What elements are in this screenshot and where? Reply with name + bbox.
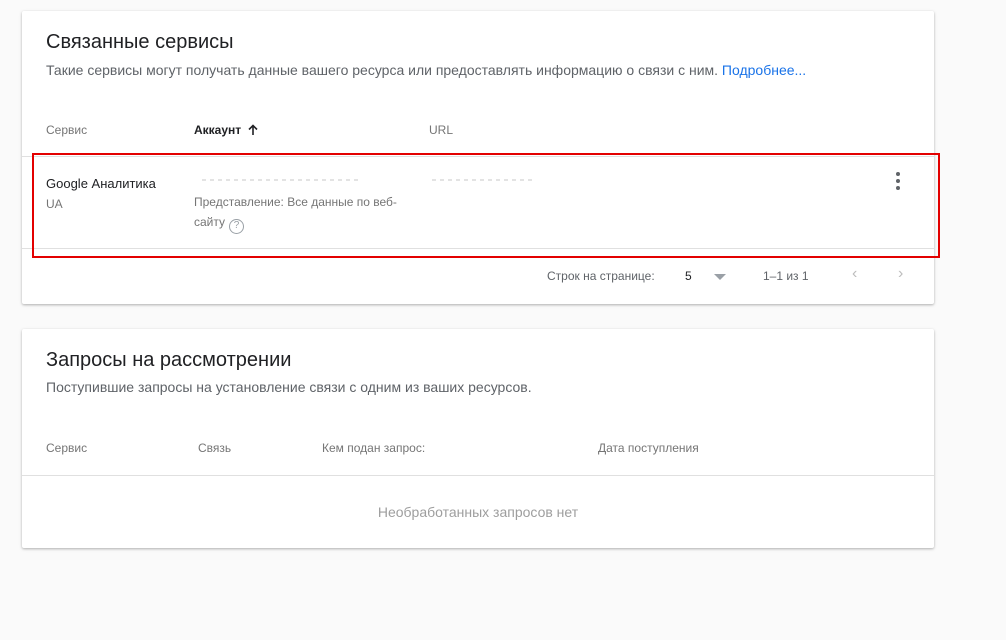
column-header-service[interactable]: Сервис [46, 123, 87, 137]
linked-services-description: Такие сервисы могут получать данные ваше… [46, 62, 719, 78]
more-vert-icon [896, 172, 900, 176]
account-view-label: Представление: Все данные по веб-сайту [194, 195, 397, 229]
linked-services-subtitle: Такие сервисы могут получать данные ваше… [46, 62, 806, 78]
rows-per-page-select[interactable]: 5 [685, 269, 692, 283]
column-header-account-label: Аккаунт [194, 123, 242, 137]
account-view: Представление: Все данные по веб-сайту? [194, 192, 409, 234]
learn-more-link[interactable]: Подробнее... [722, 62, 806, 78]
service-type: UA [46, 197, 63, 211]
redacted-account [202, 179, 362, 181]
chevron-down-icon[interactable] [714, 274, 726, 280]
pending-requests-card: Запросы на рассмотрении Поступившие запр… [22, 329, 934, 548]
more-options-button[interactable] [886, 169, 910, 193]
header-divider [22, 475, 934, 476]
service-name: Google Аналитика [46, 176, 156, 191]
row-divider [22, 248, 934, 249]
column-header-requested-by[interactable]: Кем подан запрос: [322, 441, 425, 455]
chevron-left-icon[interactable]: ‹ [852, 265, 857, 283]
pending-requests-subtitle: Поступившие запросы на установление связ… [46, 379, 532, 395]
sort-ascending-icon [247, 124, 259, 139]
rows-per-page-label: Строк на странице: [547, 269, 655, 283]
pending-requests-title: Запросы на рассмотрении [46, 349, 292, 371]
empty-state-message: Необработанных запросов нет [377, 504, 579, 520]
redacted-url [432, 179, 532, 181]
help-icon[interactable]: ? [229, 218, 245, 234]
linked-services-card: Связанные сервисы Такие сервисы могут по… [22, 11, 934, 304]
column-header-url[interactable]: URL [429, 123, 453, 137]
column-header-service[interactable]: Сервис [46, 441, 87, 455]
column-header-date[interactable]: Дата поступления [598, 441, 699, 455]
linked-services-title: Связанные сервисы [46, 31, 234, 53]
pagination-range: 1–1 из 1 [763, 269, 809, 283]
column-header-link[interactable]: Связь [198, 441, 231, 455]
header-divider [22, 156, 934, 157]
chevron-right-icon[interactable]: › [898, 265, 903, 283]
column-header-account[interactable]: Аккаунт [194, 123, 259, 139]
